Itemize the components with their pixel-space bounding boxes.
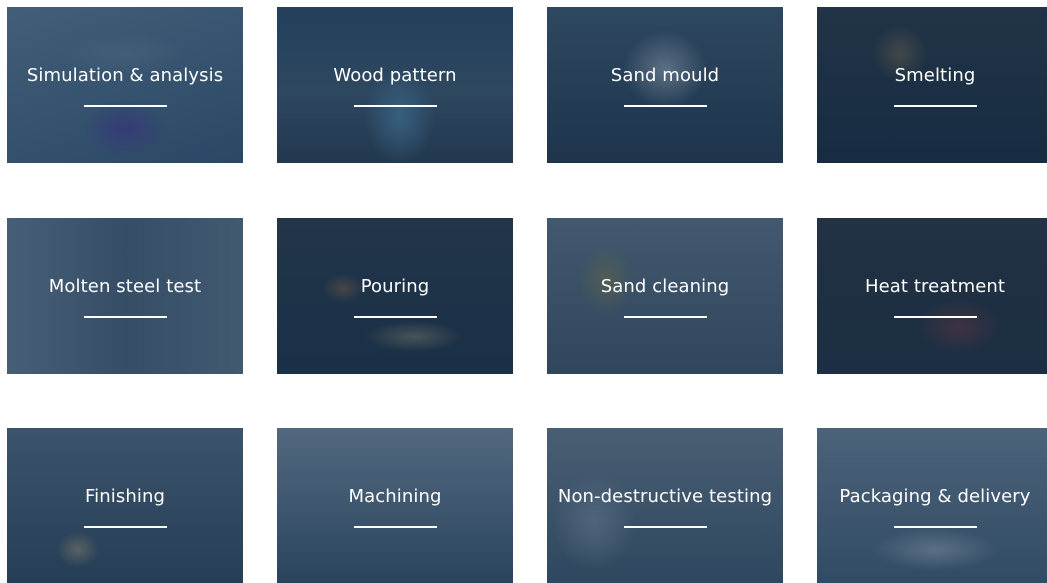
tile-label: Sand cleaning [600, 276, 730, 297]
tile-label: Wood pattern [333, 65, 457, 86]
tile-underline [84, 526, 167, 528]
process-grid: Simulation & analysis Wood pattern Sand … [7, 7, 1047, 583]
tile-label: Non-destructive testing [557, 486, 773, 507]
process-tile-wood-pattern[interactable]: Wood pattern [277, 7, 513, 163]
tile-underline [894, 316, 977, 318]
tile-label: Finishing [85, 486, 165, 507]
process-tile-simulation-analysis[interactable]: Simulation & analysis [7, 7, 243, 163]
process-tile-heat-treatment[interactable]: Heat treatment [817, 218, 1047, 374]
tile-label: Packaging & delivery [839, 486, 1031, 507]
tile-label: Smelting [894, 65, 976, 86]
tile-label: Pouring [360, 276, 430, 297]
process-tile-sand-mould[interactable]: Sand mould [547, 7, 783, 163]
process-tile-finishing[interactable]: Finishing [7, 428, 243, 583]
tile-label: Molten steel test [48, 276, 202, 297]
tile-label: Machining [348, 486, 442, 507]
tile-underline [624, 526, 707, 528]
process-tile-sand-cleaning[interactable]: Sand cleaning [547, 218, 783, 374]
tile-underline [354, 526, 437, 528]
process-tile-packaging-delivery[interactable]: Packaging & delivery [817, 428, 1047, 583]
tile-label: Heat treatment [864, 276, 1006, 297]
tile-underline [894, 105, 977, 107]
tile-underline [354, 316, 437, 318]
tile-label: Simulation & analysis [26, 65, 224, 86]
tile-underline [84, 316, 167, 318]
tile-underline [84, 105, 167, 107]
process-tile-machining[interactable]: Machining [277, 428, 513, 583]
tile-underline [624, 105, 707, 107]
process-tile-pouring[interactable]: Pouring [277, 218, 513, 374]
tile-underline [894, 526, 977, 528]
process-tile-smelting[interactable]: Smelting [817, 7, 1047, 163]
tile-underline [624, 316, 707, 318]
process-tile-molten-steel-test[interactable]: Molten steel test [7, 218, 243, 374]
tile-label: Sand mould [610, 65, 720, 86]
tile-underline [354, 105, 437, 107]
process-tile-non-destructive-testing[interactable]: Non-destructive testing [547, 428, 783, 583]
